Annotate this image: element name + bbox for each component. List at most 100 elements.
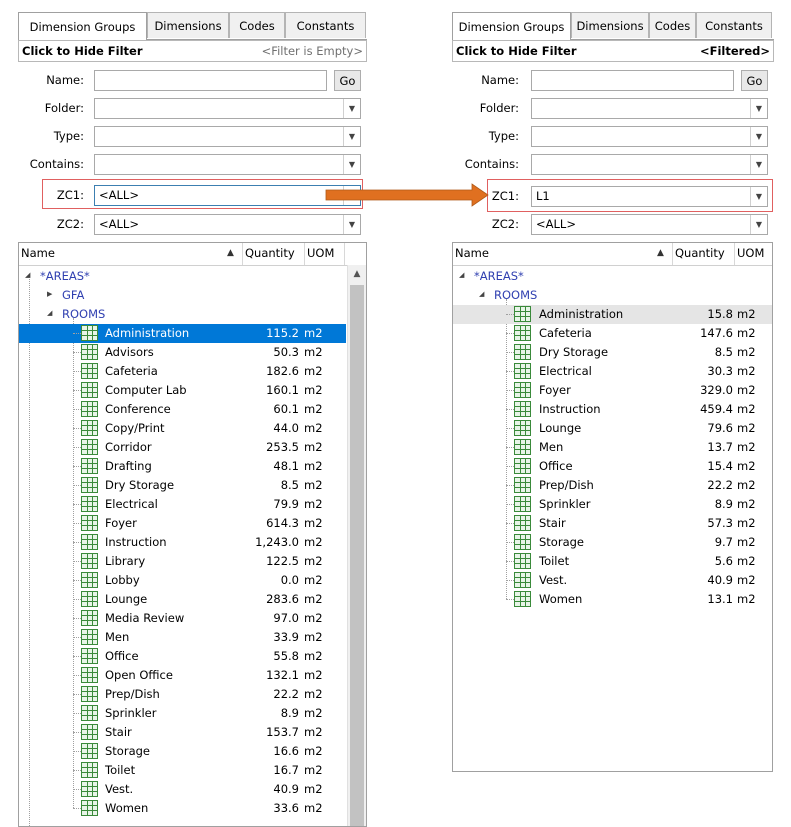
table-row[interactable]: Lounge 283.6 m2 xyxy=(19,590,346,609)
uom-column-header[interactable]: UOM xyxy=(305,243,345,265)
go-button[interactable]: Go xyxy=(741,70,768,91)
zc2-dropdown[interactable]: <ALL> ▼ xyxy=(94,214,361,235)
table-row[interactable]: Men 13.7 m2 xyxy=(453,438,772,457)
tab-dimension-groups[interactable]: Dimension Groups xyxy=(18,12,147,40)
tab-codes[interactable]: Codes xyxy=(229,12,285,38)
type-filter-row: Type: ▼ xyxy=(18,126,367,148)
table-row[interactable]: Administration 15.8 m2 xyxy=(453,305,772,324)
table-row[interactable]: Media Review 97.0 m2 xyxy=(19,609,346,628)
room-name: Electrical xyxy=(539,364,592,378)
zc2-dropdown[interactable]: <ALL> ▼ xyxy=(531,214,768,235)
table-row[interactable]: Conference 60.1 m2 xyxy=(19,400,346,419)
table-row[interactable]: Men 33.9 m2 xyxy=(19,628,346,647)
grid-icon xyxy=(514,420,531,436)
tree-folder-row[interactable]: ◢ ROOMS xyxy=(453,286,772,305)
tree-guide-line xyxy=(73,561,81,562)
folder-dropdown[interactable]: ▼ xyxy=(531,98,768,119)
table-row[interactable]: Administration 115.2 m2 xyxy=(19,324,346,343)
tree-body: ▲ ◢ *AREAS* ▶ GFA ◢ ROOMS Administration 115.2 m… xyxy=(19,265,366,826)
table-row[interactable]: Prep/Dish 22.2 m2 xyxy=(19,685,346,704)
triangle-expanded-icon[interactable]: ◢ xyxy=(47,309,52,317)
contains-dropdown[interactable]: ▼ xyxy=(531,154,768,175)
tree-guide-line xyxy=(506,390,514,391)
tree-guide-line xyxy=(73,352,81,353)
filter-toggle-header[interactable]: Click to Hide Filter <Filtered> xyxy=(452,40,774,62)
table-row[interactable]: Stair 153.7 m2 xyxy=(19,723,346,742)
quantity-column-header[interactable]: Quantity xyxy=(673,243,735,265)
tab-dimensions[interactable]: Dimensions xyxy=(571,12,649,38)
quantity-column-header[interactable]: Quantity xyxy=(243,243,305,265)
uom-column-header[interactable]: UOM xyxy=(735,243,773,265)
triangle-expanded-icon[interactable]: ◢ xyxy=(25,271,30,279)
go-button[interactable]: Go xyxy=(334,70,361,91)
table-row[interactable]: Toilet 5.6 m2 xyxy=(453,552,772,571)
filter-toggle-header[interactable]: Click to Hide Filter <Filter is Empty> xyxy=(18,40,367,62)
tab-codes[interactable]: Codes xyxy=(649,12,696,38)
contains-dropdown[interactable]: ▼ xyxy=(94,154,361,175)
type-dropdown[interactable]: ▼ xyxy=(531,126,768,147)
table-row[interactable]: Advisors 50.3 m2 xyxy=(19,343,346,362)
table-row[interactable]: Electrical 30.3 m2 xyxy=(453,362,772,381)
table-row[interactable]: Office 15.4 m2 xyxy=(453,457,772,476)
tab-constants[interactable]: Constants xyxy=(285,12,366,38)
table-row[interactable]: Storage 16.6 m2 xyxy=(19,742,346,761)
tree-folder-row[interactable]: ◢ *AREAS* xyxy=(453,267,772,286)
table-row[interactable]: Sprinkler 8.9 m2 xyxy=(19,704,346,723)
grid-icon xyxy=(514,572,531,588)
table-row[interactable]: Instruction 459.4 m2 xyxy=(453,400,772,419)
tree-guide-line xyxy=(73,732,81,733)
table-row[interactable]: Open Office 132.1 m2 xyxy=(19,666,346,685)
tree-folder-row[interactable]: ◢ *AREAS* xyxy=(19,267,366,286)
table-row[interactable]: Women 13.1 m2 xyxy=(453,590,772,609)
vertical-scrollbar[interactable]: ▲ xyxy=(347,265,366,826)
tree-folder-row[interactable]: ◢ ROOMS xyxy=(19,305,366,324)
folder-dropdown[interactable]: ▼ xyxy=(94,98,361,119)
table-row[interactable]: Corridor 253.5 m2 xyxy=(19,438,346,457)
zc1-dropdown[interactable]: <ALL> ▼ xyxy=(94,185,361,206)
zc1-dropdown[interactable]: L1 ▼ xyxy=(531,186,768,207)
table-row[interactable]: Stair 57.3 m2 xyxy=(453,514,772,533)
type-dropdown[interactable]: ▼ xyxy=(94,126,361,147)
table-row[interactable]: Lounge 79.6 m2 xyxy=(453,419,772,438)
table-row[interactable]: Cafeteria 147.6 m2 xyxy=(453,324,772,343)
triangle-expanded-icon[interactable]: ◢ xyxy=(459,271,464,279)
table-row[interactable]: Toilet 16.7 m2 xyxy=(19,761,346,780)
tree-guide-line xyxy=(506,371,514,372)
table-row[interactable]: Storage 9.7 m2 xyxy=(453,533,772,552)
table-row[interactable]: Drafting 48.1 m2 xyxy=(19,457,346,476)
table-row[interactable]: Prep/Dish 22.2 m2 xyxy=(453,476,772,495)
room-name: Conference xyxy=(105,402,171,416)
room-uom: m2 xyxy=(304,782,323,796)
name-column-header[interactable]: Name ▲ xyxy=(19,243,243,265)
tree-folder-row[interactable]: ▶ GFA xyxy=(19,286,366,305)
table-row[interactable]: Dry Storage 8.5 m2 xyxy=(453,343,772,362)
name-input[interactable] xyxy=(94,70,327,91)
table-row[interactable]: Vest. 40.9 m2 xyxy=(453,571,772,590)
table-row[interactable]: Copy/Print 44.0 m2 xyxy=(19,419,346,438)
table-row[interactable]: Women 33.6 m2 xyxy=(19,799,346,818)
table-row[interactable]: Foyer 614.3 m2 xyxy=(19,514,346,533)
table-row[interactable]: Computer Lab 160.1 m2 xyxy=(19,381,346,400)
table-row[interactable]: Foyer 329.0 m2 xyxy=(453,381,772,400)
tab-bar: Dimension Groups Dimensions Codes Consta… xyxy=(452,12,774,40)
room-name: Instruction xyxy=(539,402,601,416)
tab-constants[interactable]: Constants xyxy=(696,12,772,38)
table-row[interactable]: Dry Storage 8.5 m2 xyxy=(19,476,346,495)
tab-dimension-groups[interactable]: Dimension Groups xyxy=(452,12,571,40)
room-name: Cafeteria xyxy=(539,326,592,340)
table-row[interactable]: Cafeteria 182.6 m2 xyxy=(19,362,346,381)
table-row[interactable]: Instruction 1,243.0 m2 xyxy=(19,533,346,552)
triangle-collapsed-icon[interactable]: ▶ xyxy=(47,290,52,298)
name-input[interactable] xyxy=(531,70,734,91)
triangle-expanded-icon[interactable]: ◢ xyxy=(479,290,484,298)
scrollbar-thumb[interactable] xyxy=(350,285,364,826)
tab-dimensions[interactable]: Dimensions xyxy=(147,12,229,38)
name-column-header[interactable]: Name ▲ xyxy=(453,243,673,265)
table-row[interactable]: Vest. 40.9 m2 xyxy=(19,780,346,799)
table-row[interactable]: Library 122.5 m2 xyxy=(19,552,346,571)
table-row[interactable]: Electrical 79.9 m2 xyxy=(19,495,346,514)
table-row[interactable]: Lobby 0.0 m2 xyxy=(19,571,346,590)
table-row[interactable]: Sprinkler 8.9 m2 xyxy=(453,495,772,514)
room-quantity: 8.9 xyxy=(714,497,733,511)
table-row[interactable]: Office 55.8 m2 xyxy=(19,647,346,666)
